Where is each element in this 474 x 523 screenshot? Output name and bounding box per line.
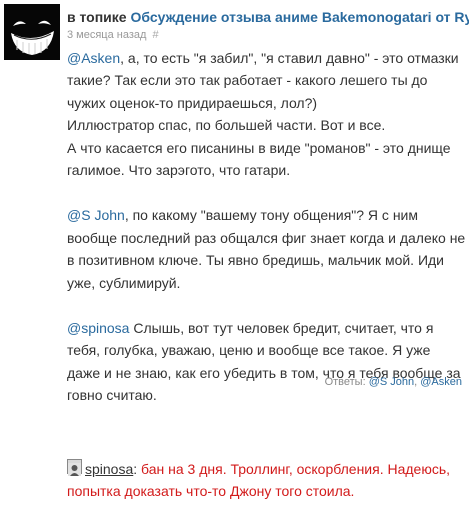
mention-sjohn[interactable]: @S John bbox=[67, 207, 125, 223]
paragraph-text: , по какому "вашему тону общения"? Я с н… bbox=[67, 207, 466, 291]
paragraph-text: , а, то есть "я забил", "я ставил давно"… bbox=[67, 50, 459, 111]
reply-link-sjohn[interactable]: @S John bbox=[369, 376, 414, 388]
avatar-grin-face bbox=[4, 4, 60, 60]
topic-link[interactable]: Обсуждение отзыва аниме Bakemonogatari о… bbox=[130, 9, 469, 25]
replies-line: Ответы: @S John, @Asken bbox=[325, 376, 462, 388]
mention-asken[interactable]: @Asken bbox=[67, 50, 120, 66]
moderator-name-link[interactable]: spinosa bbox=[85, 461, 133, 477]
reply-link-asken[interactable]: @Asken bbox=[420, 376, 462, 388]
paragraph-novels: А что касается его писанины в виде "рома… bbox=[67, 139, 451, 179]
comment-meta: 3 месяца назад # bbox=[67, 28, 469, 42]
timestamp: 3 месяца назад bbox=[67, 29, 147, 41]
moderator-colon: : bbox=[133, 461, 142, 477]
moderator-avatar-icon[interactable] bbox=[67, 459, 82, 476]
paragraph-reply-spinosa: @spinosa Слышь, вот тут человек бредит, … bbox=[67, 317, 467, 407]
paragraph-illustrator: Иллюстратор спас, по большей части. Вот … bbox=[67, 117, 386, 134]
in-topic-label: в топике bbox=[67, 9, 127, 25]
paragraph-reply-sjohn: @S John, по какому "вашему тону общения"… bbox=[67, 204, 467, 294]
moderation-note: spinosa: бан на 3 дня. Троллинг, оскорбл… bbox=[67, 458, 467, 503]
comment-header: в топике Обсуждение отзыва аниме Bakemon… bbox=[67, 8, 469, 42]
mention-spinosa[interactable]: @spinosa bbox=[67, 320, 129, 336]
replies-label: Ответы: bbox=[324, 376, 369, 388]
comment-body: @Asken, а, то есть "я забил", "я ставил … bbox=[67, 47, 467, 407]
paragraph-reply-asken: @Asken, а, то есть "я забил", "я ставил … bbox=[67, 47, 467, 114]
avatar[interactable] bbox=[4, 4, 60, 60]
permalink-hash[interactable]: # bbox=[152, 29, 158, 41]
